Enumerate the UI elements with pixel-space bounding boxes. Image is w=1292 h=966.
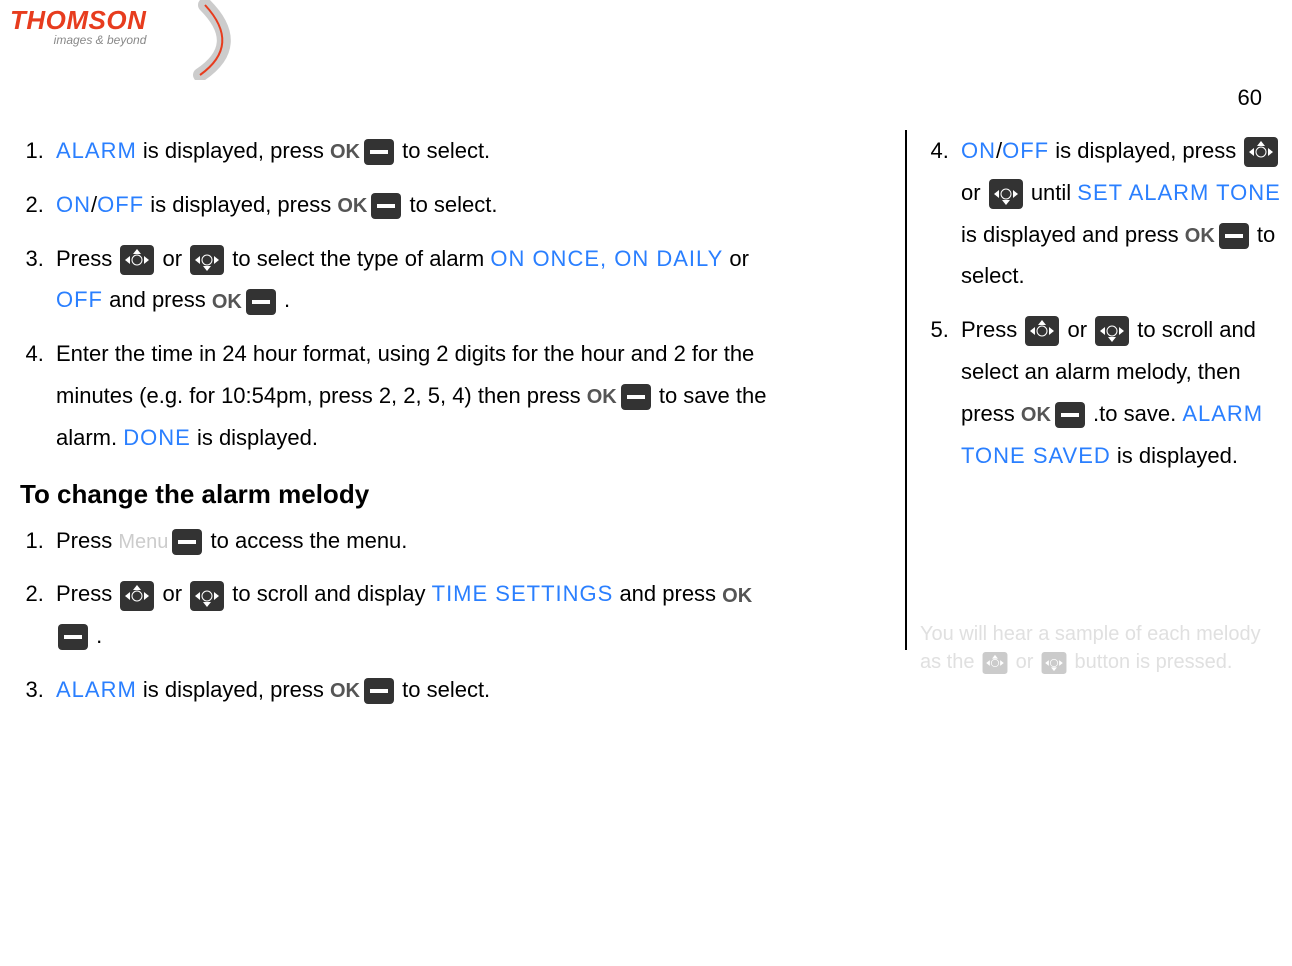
instruction-list-1: ALARM is displayed, press OK to select. … <box>50 130 780 459</box>
nav-down-icon <box>1041 652 1067 674</box>
term-on: ON <box>56 192 91 217</box>
term-off: OFF <box>97 192 144 217</box>
nav-up-icon <box>120 245 154 275</box>
term-time-settings: TIME SETTINGS <box>432 581 614 606</box>
ok-label: OK <box>1021 404 1051 426</box>
instruction-list-right: ON/OFF is displayed, press or until SET … <box>955 130 1292 476</box>
ok-label: OK <box>1185 225 1215 247</box>
nav-up-icon <box>1244 137 1278 167</box>
ok-button-icon <box>58 624 88 650</box>
ok-label: OK <box>212 291 242 313</box>
term-alarm: ALARM <box>56 677 137 702</box>
brand-name: THOMSON <box>10 5 146 36</box>
page-number: 60 <box>1238 85 1262 111</box>
list1-item3: Press or to select the type of alarm ON … <box>50 238 780 322</box>
ok-label: OK <box>330 680 360 702</box>
ok-label: OK <box>330 141 360 163</box>
list1-item4: Enter the time in 24 hour format, using … <box>50 333 780 458</box>
ok-button-icon <box>246 289 276 315</box>
menu-label: Menu <box>118 531 168 553</box>
nav-up-icon <box>1025 316 1059 346</box>
term-off: OFF <box>1002 138 1049 163</box>
term-options: ON ONCE, ON DAILY <box>490 246 723 271</box>
list2-item2: Press or to scroll and display TIME SETT… <box>50 573 780 657</box>
right-item5: Press or to scroll and select an alarm m… <box>955 309 1292 476</box>
term-off: OFF <box>56 287 103 312</box>
ok-button-icon <box>1055 402 1085 428</box>
nav-down-icon <box>989 179 1023 209</box>
right-column: ON/OFF is displayed, press or until SET … <box>905 130 1292 650</box>
left-column: ALARM is displayed, press OK to select. … <box>20 130 780 723</box>
right-item4: ON/OFF is displayed, press or until SET … <box>955 130 1292 297</box>
list2-item1: Press Menu to access the menu. <box>50 520 780 562</box>
term-alarm: ALARM <box>56 138 137 163</box>
footnote: You will hear a sample of each melody as… <box>920 620 1270 676</box>
ok-button-icon <box>364 678 394 704</box>
ok-button-icon <box>1219 223 1249 249</box>
nav-up-icon <box>120 581 154 611</box>
instruction-list-2: Press Menu to access the menu. Press or … <box>50 520 780 711</box>
list1-item1: ALARM is displayed, press OK to select. <box>50 130 780 172</box>
nav-down-icon <box>190 581 224 611</box>
ok-button-icon <box>364 139 394 165</box>
menu-button-icon <box>172 529 202 555</box>
ok-button-icon <box>371 193 401 219</box>
nav-down-icon <box>1095 316 1129 346</box>
ok-label: OK <box>722 585 752 607</box>
nav-up-icon <box>982 652 1008 674</box>
heading-change-melody: To change the alarm melody <box>20 479 780 510</box>
ok-label: OK <box>587 386 617 408</box>
nav-down-icon <box>190 245 224 275</box>
term-on: ON <box>961 138 996 163</box>
list2-item3: ALARM is displayed, press OK to select. <box>50 669 780 711</box>
ok-button-icon <box>621 384 651 410</box>
term-set-alarm-tone: SET ALARM TONE <box>1077 180 1281 205</box>
brand-logo: THOMSON images & beyond <box>10 5 146 47</box>
ok-label: OK <box>337 195 367 217</box>
logo-swoosh-icon <box>190 0 250 80</box>
term-done: DONE <box>123 425 191 450</box>
list1-item2: ON/OFF is displayed, press OK to select. <box>50 184 780 226</box>
